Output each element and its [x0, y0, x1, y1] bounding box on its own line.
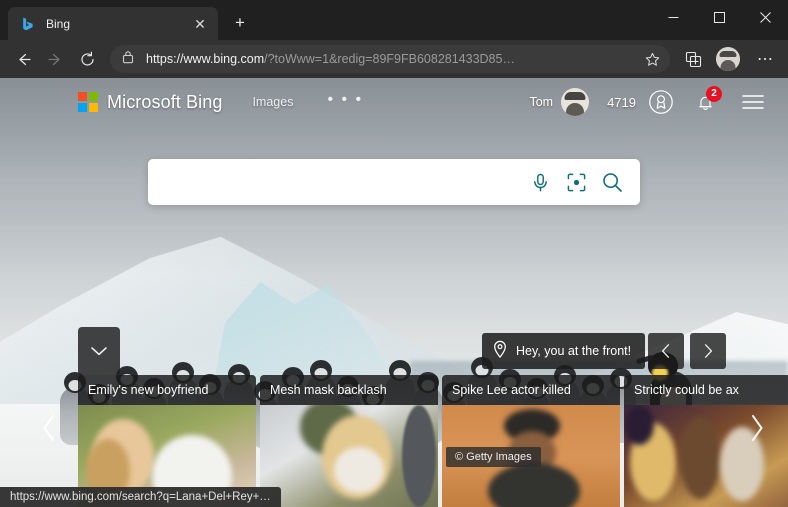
tab-title: Bing — [46, 17, 190, 31]
hotspot-text: Hey, you at the front! — [516, 344, 631, 358]
bing-nav-more-icon[interactable]: • • • — [327, 92, 363, 113]
search-magnifier-icon[interactable] — [594, 164, 630, 200]
navigation-toolbar: https://www.bing.com/?toWww=1&redig=89F9… — [0, 40, 788, 78]
lock-icon — [122, 50, 136, 69]
avatar-face — [566, 103, 584, 116]
browser-tab-bing[interactable]: Bing ✕ — [8, 7, 218, 41]
browser-settings-more-icon[interactable]: ⋯ — [750, 44, 780, 74]
news-card-thumbnail: © Getty Images — [442, 405, 620, 507]
account-avatar[interactable] — [561, 88, 589, 116]
news-card-thumbnail — [260, 405, 438, 507]
page-carousel-next-icon[interactable] — [740, 408, 774, 448]
news-card-title: Strictly could be ax — [624, 375, 788, 405]
favorite-star-icon[interactable] — [640, 47, 664, 71]
new-tab-button[interactable]: + — [226, 9, 254, 37]
news-card-title: Emily's new boyfriend — [78, 375, 256, 405]
maximize-button[interactable] — [696, 0, 742, 34]
hotspot-prev-button[interactable] — [648, 333, 684, 369]
chevron-down-icon[interactable] — [78, 327, 120, 375]
image-watermark: © Getty Images — [446, 447, 541, 467]
collections-icon[interactable] — [678, 44, 708, 74]
rewards-points-value: 4719 — [607, 95, 636, 110]
rewards-medal-icon[interactable] — [646, 87, 676, 117]
minimize-button[interactable] — [650, 0, 696, 34]
microsoft-bing-logo[interactable]: Microsoft Bing — [78, 92, 222, 113]
search-input[interactable] — [166, 174, 522, 190]
reload-button-icon[interactable] — [72, 44, 102, 74]
search-box[interactable] — [148, 159, 640, 205]
back-button-icon[interactable] — [8, 44, 38, 74]
bing-logo-text: Microsoft Bing — [107, 92, 222, 113]
close-window-button[interactable] — [742, 0, 788, 34]
address-bar-url[interactable]: https://www.bing.com/?toWww=1&redig=89F9… — [146, 52, 640, 66]
news-card-title: Mesh mask backlash — [260, 375, 438, 405]
tab-close-icon[interactable]: ✕ — [190, 14, 210, 34]
url-origin: https://www.bing.com — [146, 52, 264, 66]
address-bar[interactable]: https://www.bing.com/?toWww=1&redig=89F9… — [110, 45, 670, 73]
bing-search-area — [148, 159, 640, 205]
notification-badge-count: 2 — [706, 86, 722, 102]
news-card[interactable]: Spike Lee actor killed © Getty Images — [442, 375, 620, 507]
forward-button-icon[interactable] — [40, 44, 70, 74]
bing-account-area: Tom 4719 — [529, 87, 768, 117]
account-user-name[interactable]: Tom — [529, 95, 553, 109]
browser-window: Bing ✕ + h — [0, 0, 788, 507]
page-carousel-prev-icon[interactable] — [32, 408, 66, 448]
avatar-face — [721, 60, 736, 71]
bing-header: Microsoft Bing Images • • • Tom 4719 — [0, 78, 788, 126]
news-card[interactable]: Mesh mask backlash — [260, 375, 438, 507]
notification-bell-icon[interactable]: 2 — [690, 87, 720, 117]
avatar-hat — [720, 51, 737, 57]
hotspot-next-button[interactable] — [690, 333, 726, 369]
bing-nav-images[interactable]: Images — [252, 95, 293, 109]
visual-search-icon[interactable] — [558, 164, 594, 200]
hamburger-menu-icon[interactable] — [738, 87, 768, 117]
bing-homepage: Microsoft Bing Images • • • Tom 4719 — [0, 78, 788, 507]
location-pin-icon — [492, 340, 508, 362]
microsoft-squares-icon — [78, 92, 98, 112]
profile-avatar[interactable] — [716, 47, 740, 71]
status-bar-url: https://www.bing.com/search?q=Lana+Del+R… — [0, 487, 281, 507]
microphone-icon[interactable] — [522, 164, 558, 200]
image-hotspot-tooltip[interactable]: Hey, you at the front! — [482, 333, 645, 369]
bing-favicon-icon — [20, 16, 36, 32]
news-card-title: Spike Lee actor killed — [442, 375, 620, 405]
tab-strip: Bing ✕ + — [0, 0, 788, 40]
window-controls — [650, 0, 788, 34]
avatar-hat — [565, 92, 586, 100]
url-path: /?toWww=1&redig=89F9FB608281433D85… — [264, 52, 515, 66]
